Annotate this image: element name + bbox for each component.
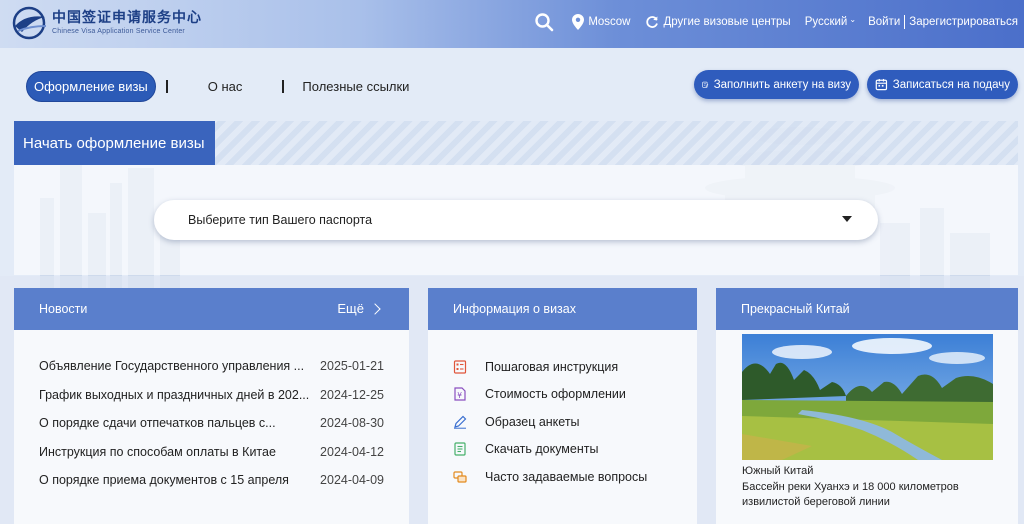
news-item-title: О порядке сдачи отпечатков пальцев с... [39, 416, 276, 431]
news-item-title: Инструкция по способам оплаты в Китае [39, 444, 276, 459]
news-item-date: 2024-04-09 [320, 473, 384, 488]
logo-english-name: Chinese Visa Application Service Center [52, 28, 185, 35]
nav-item-about[interactable]: О нас [208, 79, 243, 94]
chevron-right-icon [369, 302, 381, 315]
news-title: Новости [39, 302, 88, 316]
header-actions: Moscow Другие визовые центры Русский ⌄ В… [534, 0, 1018, 44]
location-selector[interactable]: Moscow [572, 14, 631, 30]
visa-info-item-label: Образец анкеты [485, 414, 580, 429]
visa-info-item-price[interactable]: ¥ Стоимость оформлении [453, 381, 697, 409]
site-logo[interactable]: 中国签证申请服务中心 Chinese Visa Application Serv… [12, 6, 202, 40]
nav-item-apply[interactable]: Оформление визы [26, 70, 156, 102]
visa-info-card: Информация о визах Пошаговая инструкция … [428, 288, 697, 524]
news-item-date: 2024-08-30 [320, 416, 384, 431]
logo-emblem-icon [12, 6, 47, 40]
logo-text: 中国签证申请服务中心 Chinese Visa Application Serv… [52, 11, 202, 35]
visa-info-item-sample[interactable]: Образец анкеты [453, 408, 697, 436]
location-pin-icon [572, 14, 585, 30]
document-download-icon [454, 442, 466, 456]
other-centers-label: Другие визовые центры [663, 16, 791, 28]
fill-form-button[interactable]: Заполнить анкету на визу [694, 70, 859, 99]
search-icon[interactable] [534, 12, 554, 32]
news-card: Новости Ещё Объявление Государственного … [14, 288, 409, 524]
auth-links: Войти Зарегистрироваться [868, 15, 1018, 29]
photo-caption: Южный Китай Бассейн реки Хуанхэ и 18 000… [742, 464, 1002, 511]
news-list: Объявление Государственного управления .… [14, 330, 409, 495]
language-selector[interactable]: Русский ⌄ [804, 14, 857, 29]
form-edit-icon [702, 81, 709, 88]
news-item-date: 2024-04-12 [320, 444, 384, 459]
language-label: Русский [804, 16, 848, 28]
book-appointment-label: Записаться на подачу [892, 78, 1010, 91]
price-document-icon: ¥ [454, 387, 466, 401]
visa-info-title: Информация о визах [453, 302, 576, 316]
passport-type-placeholder: Выберите тип Вашего паспорта [188, 213, 373, 227]
news-item-title: О порядке приема документов с 15 апреля [39, 473, 289, 488]
news-item[interactable]: О порядке сдачи отпечатков пальцев с... … [39, 409, 384, 438]
news-item-date: 2024-12-25 [320, 387, 384, 402]
caret-down-icon [842, 216, 852, 222]
chevron-down-icon: ⌄ [849, 14, 857, 24]
book-appointment-button[interactable]: Записаться на подачу [867, 70, 1018, 99]
beautiful-china-header: Прекрасный Китай [716, 288, 1018, 330]
fill-form-label: Заполнить анкету на визу [713, 78, 851, 91]
visa-info-item-instructions[interactable]: Пошаговая инструкция [453, 353, 697, 381]
pen-icon [454, 415, 467, 429]
news-item-title: Объявление Государственного управления .… [39, 359, 305, 374]
news-item[interactable]: Инструкция по способам оплаты в Китае 20… [39, 438, 384, 467]
photo-caption-text: Бассейн реки Хуанхэ и 18 000 километров … [742, 480, 959, 509]
photo-caption-title: Южный Китай [742, 465, 814, 477]
faq-chat-icon [453, 471, 467, 483]
visa-info-header: Информация о визах [428, 288, 697, 330]
logo-chinese-name: 中国签证申请服务中心 [52, 10, 202, 26]
visa-info-item-label: Пошаговая инструкция [485, 359, 619, 374]
passport-type-select[interactable]: Выберите тип Вашего паспорта [154, 200, 878, 240]
news-item-title: График выходных и праздничных дней в 202… [39, 387, 310, 402]
news-item[interactable]: Объявление Государственного управления .… [39, 352, 384, 381]
visa-info-item-label: Скачать документы [485, 442, 599, 457]
svg-text:¥: ¥ [457, 391, 462, 400]
top-header: 中国签证申请服务中心 Chinese Visa Application Serv… [0, 0, 1024, 48]
login-link[interactable]: Войти [868, 16, 900, 28]
news-more-link[interactable]: Ещё [337, 301, 381, 316]
visa-info-item-faq[interactable]: Часто задаваемые вопросы [453, 463, 697, 491]
other-centers-link[interactable]: Другие визовые центры [645, 15, 791, 29]
news-item-date: 2025-01-21 [320, 359, 384, 374]
beautiful-china-card: Прекрасный Китай Южный Китай Бассейн рек… [716, 288, 1018, 524]
checklist-icon [453, 360, 467, 374]
calendar-icon [875, 78, 888, 91]
visa-info-list: Пошаговая инструкция ¥ Стоимость оформле… [428, 330, 697, 491]
landscape-photo[interactable] [742, 334, 993, 460]
news-item[interactable]: О порядке приема документов с 15 апреля … [39, 466, 384, 495]
visa-info-item-label: Стоимость оформлении [485, 387, 626, 402]
beautiful-china-title: Прекрасный Китай [741, 302, 850, 316]
refresh-icon [645, 16, 658, 28]
location-label: Moscow [588, 16, 631, 28]
news-item[interactable]: График выходных и праздничных дней в 202… [39, 381, 384, 410]
visa-info-item-label: Часто задаваемые вопросы [485, 469, 648, 484]
main-nav: Оформление визы О нас Полезные ссылки [26, 70, 409, 102]
nav-item-links[interactable]: Полезные ссылки [302, 79, 409, 94]
news-more-label: Ещё [337, 301, 364, 316]
nav-divider [165, 79, 168, 93]
register-link[interactable]: Зарегистрироваться [909, 16, 1018, 28]
landscape-image [742, 334, 993, 460]
start-visa-title: Начать оформление визы [14, 121, 215, 165]
visa-info-item-download[interactable]: Скачать документы [453, 436, 697, 464]
divider [904, 15, 906, 29]
news-header: Новости Ещё [14, 288, 409, 330]
nav-divider [282, 79, 285, 93]
